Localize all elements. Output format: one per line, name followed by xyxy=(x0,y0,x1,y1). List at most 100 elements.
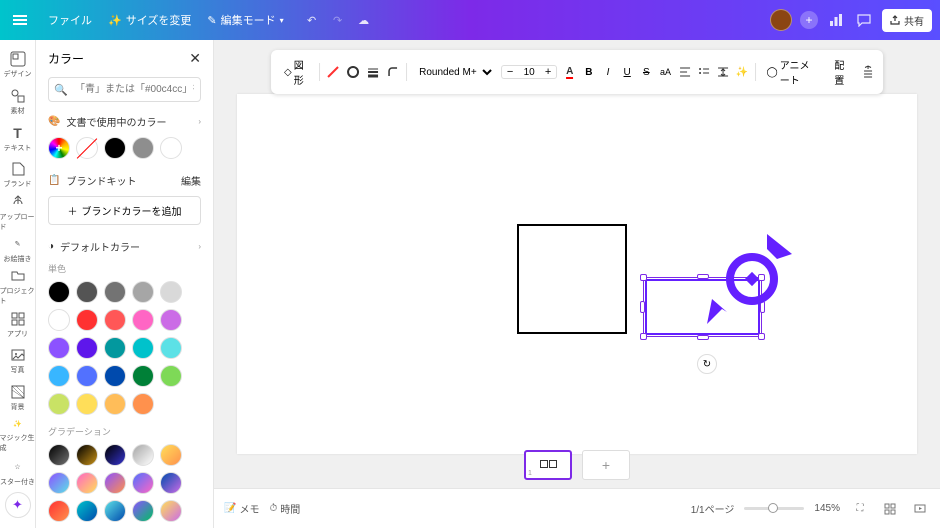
align-icon[interactable] xyxy=(678,64,691,80)
color-swatch[interactable] xyxy=(76,281,98,303)
size-input[interactable] xyxy=(518,67,540,78)
color-swatch[interactable] xyxy=(48,281,70,303)
undo-icon[interactable]: ↶ xyxy=(302,10,322,30)
corner-radius-icon[interactable] xyxy=(386,64,400,80)
animate-button[interactable]: ◯アニメート xyxy=(762,54,824,90)
border-weight-icon[interactable] xyxy=(366,64,380,80)
chevron-right-icon[interactable]: › xyxy=(198,117,201,126)
gradient-swatch[interactable] xyxy=(132,444,154,466)
color-swatch[interactable] xyxy=(104,365,126,387)
gradient-swatch[interactable] xyxy=(76,444,98,466)
color-swatch[interactable] xyxy=(48,393,70,415)
strike-icon[interactable]: S xyxy=(640,64,653,80)
gradient-swatch[interactable] xyxy=(160,500,182,522)
close-icon[interactable]: ✕ xyxy=(189,50,201,67)
zoom-slider[interactable] xyxy=(744,507,804,510)
underline-icon[interactable]: U xyxy=(621,64,634,80)
arrow-graphic[interactable] xyxy=(697,224,807,334)
bold-icon[interactable]: B xyxy=(582,64,595,80)
design-page[interactable]: ↻ xyxy=(237,94,917,454)
color-swatch[interactable] xyxy=(160,309,182,331)
color-swatch[interactable] xyxy=(76,393,98,415)
resize-handle[interactable] xyxy=(697,335,709,340)
color-swatch[interactable] xyxy=(160,137,182,159)
color-swatch[interactable] xyxy=(132,309,154,331)
color-swatch[interactable] xyxy=(48,365,70,387)
chevron-right-icon[interactable]: › xyxy=(198,242,201,251)
color-swatch[interactable] xyxy=(160,281,182,303)
font-select[interactable]: Rounded M+ xyxy=(413,64,495,81)
floating-action-icon[interactable]: ↻ xyxy=(697,354,717,374)
color-swatch[interactable] xyxy=(104,337,126,359)
color-swatch[interactable] xyxy=(48,137,70,159)
analytics-icon[interactable] xyxy=(826,10,846,30)
color-swatch[interactable] xyxy=(132,393,154,415)
gradient-swatch[interactable] xyxy=(132,472,154,494)
border-color-icon[interactable] xyxy=(326,64,340,80)
gradient-swatch[interactable] xyxy=(132,500,154,522)
color-swatch[interactable] xyxy=(132,365,154,387)
rail-text[interactable]: Tテキスト xyxy=(0,121,36,156)
gradient-swatch[interactable] xyxy=(104,444,126,466)
ai-assist-button[interactable]: ✦ xyxy=(5,492,31,518)
edit-link[interactable]: 編集 xyxy=(181,173,201,188)
gradient-swatch[interactable] xyxy=(48,500,70,522)
color-swatch[interactable] xyxy=(104,393,126,415)
rail-starred[interactable]: ☆スター付き xyxy=(0,455,36,490)
color-swatch[interactable] xyxy=(132,337,154,359)
canvas[interactable]: ↻ xyxy=(214,40,940,488)
share-button[interactable]: 共有 xyxy=(882,9,932,32)
hamburger-menu[interactable] xyxy=(8,8,32,32)
comment-icon[interactable] xyxy=(854,10,874,30)
gradient-swatch[interactable] xyxy=(48,444,70,466)
rail-design[interactable]: デザイン xyxy=(0,48,36,83)
cloud-sync-icon[interactable]: ☁ xyxy=(354,10,374,30)
resize-handle[interactable] xyxy=(640,301,645,313)
gradient-swatch[interactable] xyxy=(76,472,98,494)
gradient-swatch[interactable] xyxy=(48,472,70,494)
color-swatch[interactable] xyxy=(76,309,98,331)
rail-elements[interactable]: 素材 xyxy=(0,85,36,120)
resize-handle[interactable] xyxy=(640,333,647,340)
page-thumb[interactable]: 1 xyxy=(524,450,572,480)
avatar[interactable] xyxy=(770,9,792,31)
color-swatch[interactable] xyxy=(48,309,70,331)
position-button[interactable]: 配置 xyxy=(829,54,855,90)
color-swatch[interactable] xyxy=(132,281,154,303)
color-swatch[interactable] xyxy=(76,365,98,387)
color-swatch[interactable] xyxy=(104,309,126,331)
add-member-icon[interactable]: + xyxy=(800,11,818,29)
color-swatch[interactable] xyxy=(104,281,126,303)
size-minus[interactable]: − xyxy=(502,66,518,78)
rail-apps[interactable]: アプリ xyxy=(0,307,36,342)
zoom-value[interactable]: 145% xyxy=(814,503,840,514)
add-page-button[interactable]: + xyxy=(582,450,630,480)
italic-icon[interactable]: I xyxy=(601,64,614,80)
add-brand-color-button[interactable]: ＋ブランドカラーを追加 xyxy=(48,196,201,225)
rail-bg[interactable]: 背景 xyxy=(0,381,36,416)
font-size-stepper[interactable]: −+ xyxy=(501,65,557,79)
rail-brand[interactable]: ブランド xyxy=(0,158,36,193)
border-style-icon[interactable] xyxy=(346,64,360,80)
color-swatch[interactable] xyxy=(160,365,182,387)
color-swatch[interactable] xyxy=(76,337,98,359)
duration-button[interactable]: ⏱時間 xyxy=(269,501,300,516)
color-swatch[interactable] xyxy=(104,137,126,159)
expand-icon[interactable]: ⛶ xyxy=(850,499,870,519)
rail-photos[interactable]: 写真 xyxy=(0,344,36,379)
notes-button[interactable]: 📝メモ xyxy=(224,501,259,516)
resize-handle[interactable] xyxy=(640,274,647,281)
rail-upload[interactable]: アップロード xyxy=(0,195,36,231)
text-color-icon[interactable]: A xyxy=(563,64,576,80)
menu-file[interactable]: ファイル xyxy=(40,8,100,32)
shape-menu[interactable]: ◇図形 xyxy=(279,54,313,90)
square-shape[interactable] xyxy=(517,224,627,334)
list-icon[interactable] xyxy=(697,64,710,80)
color-swatch[interactable] xyxy=(160,337,182,359)
gradient-swatch[interactable] xyxy=(76,500,98,522)
color-swatch[interactable] xyxy=(132,137,154,159)
color-search-input[interactable] xyxy=(48,77,201,102)
case-icon[interactable]: aA xyxy=(659,64,672,80)
size-plus[interactable]: + xyxy=(540,66,556,78)
present-icon[interactable] xyxy=(910,499,930,519)
